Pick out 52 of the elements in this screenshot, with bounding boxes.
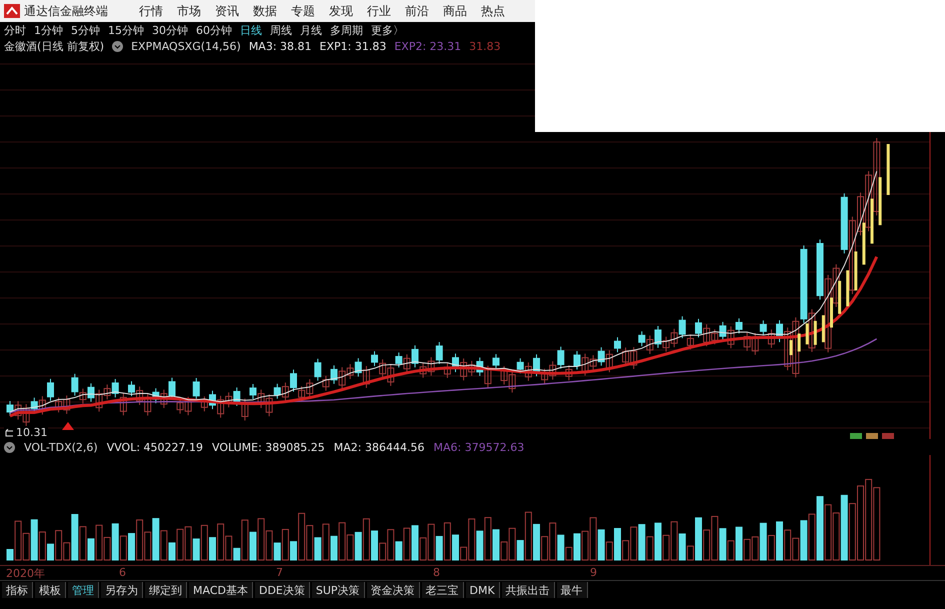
indicator-tab[interactable]: 管理 xyxy=(68,582,99,598)
indicator-tab[interactable]: DMK xyxy=(466,582,500,598)
menu-item[interactable]: 行业 xyxy=(360,2,398,20)
period-tab[interactable]: 周线 xyxy=(270,22,292,38)
period-tab[interactable]: 日线 xyxy=(240,22,262,38)
date-label: 9 xyxy=(590,566,597,580)
indicator-tab[interactable]: 绑定到 xyxy=(145,582,187,598)
period-tab[interactable]: 5分钟 xyxy=(71,22,100,38)
indicator-value: EXPMAQSXG(14,56) xyxy=(131,40,241,52)
period-tab[interactable]: 60分钟 xyxy=(196,22,232,38)
indicator-tab[interactable]: 另存为 xyxy=(101,582,143,598)
volume-value: MA6: 379572.63 xyxy=(433,440,524,454)
indicator-tab[interactable]: 指标 xyxy=(2,582,33,598)
volume-value: MA2: 386444.56 xyxy=(334,440,424,454)
indicator-tab[interactable]: 老三宝 xyxy=(422,582,464,598)
menu-item[interactable]: 热点 xyxy=(474,2,512,20)
menu-item[interactable]: 发现 xyxy=(322,2,360,20)
indicator-tab[interactable]: 资金决策 xyxy=(366,582,420,598)
volume-value: VVOL: 450227.19 xyxy=(106,440,204,454)
menu-item[interactable]: 专题 xyxy=(284,2,322,20)
period-tab[interactable]: 30分钟 xyxy=(152,22,188,38)
indicator-value: EXP2: 23.31 xyxy=(394,40,462,52)
period-tab[interactable]: 分时 xyxy=(4,22,26,38)
price-label: 10.31 xyxy=(16,427,48,439)
indicator-value: 31.83 xyxy=(469,40,501,52)
period-tab[interactable]: 更多〉 xyxy=(371,22,404,38)
period-tab[interactable]: 多周期 xyxy=(330,22,363,38)
app-title: 通达信金融终端 xyxy=(24,2,108,20)
indicator-value: EXP1: 31.83 xyxy=(320,40,386,52)
menu-item[interactable]: 资讯 xyxy=(208,2,246,20)
menu-item[interactable]: 行情 xyxy=(132,2,170,20)
volume-value: VOLUME: 389085.25 xyxy=(212,440,325,454)
indicator-tab[interactable]: DDE决策 xyxy=(254,582,310,598)
period-tab[interactable]: 15分钟 xyxy=(108,22,144,38)
menu-item[interactable]: 市场 xyxy=(170,2,208,20)
menu-item[interactable]: 商品 xyxy=(436,2,474,20)
stock-title: 金徽酒(日线 前复权) xyxy=(4,38,104,54)
indicator-value: MA3: 38.81 xyxy=(248,40,312,52)
volume-value: VOL-TDX(2,6) xyxy=(24,440,98,454)
indicator-tab[interactable]: MACD基本 xyxy=(189,582,253,598)
indicator-tab[interactable]: SUP决策 xyxy=(312,582,365,598)
indicator-tab[interactable]: 模板 xyxy=(35,582,66,598)
period-tab[interactable]: 1分钟 xyxy=(34,22,63,38)
period-tab[interactable]: 月线 xyxy=(300,22,322,38)
menu-item[interactable]: 数据 xyxy=(246,2,284,20)
menu-item[interactable]: 前沿 xyxy=(398,2,436,20)
indicator-tab[interactable]: 共振出击 xyxy=(502,582,555,598)
date-label: 8 xyxy=(433,566,440,580)
date-label: 2020年 xyxy=(6,566,45,580)
date-label: 6 xyxy=(119,566,126,580)
date-label: 7 xyxy=(276,566,283,580)
indicator-tab[interactable]: 最牛 xyxy=(556,582,588,598)
